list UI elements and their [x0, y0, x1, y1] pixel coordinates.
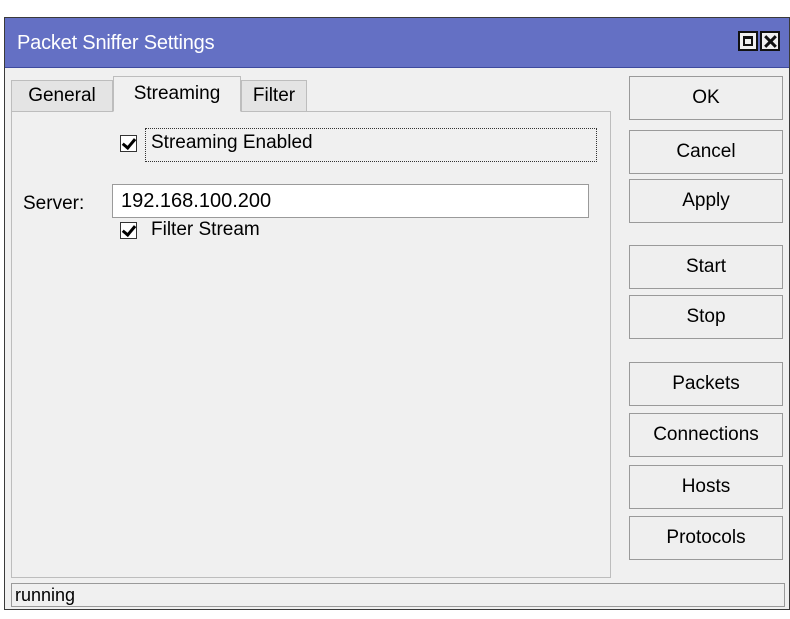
tab-general[interactable]: General	[11, 80, 113, 112]
tab-streaming[interactable]: Streaming	[113, 76, 241, 112]
window-title: Packet Sniffer Settings	[17, 32, 215, 54]
connections-button[interactable]: Connections	[629, 413, 783, 457]
streaming-enabled-label: Streaming Enabled	[151, 132, 313, 153]
cancel-button[interactable]: Cancel	[629, 130, 783, 174]
filter-stream-checkbox[interactable]	[120, 222, 137, 239]
close-icon[interactable]	[760, 31, 780, 51]
packets-button[interactable]: Packets	[629, 362, 783, 406]
server-label: Server:	[23, 193, 85, 214]
tab-filter[interactable]: Filter	[241, 80, 307, 112]
title-bar[interactable]: Packet Sniffer Settings	[5, 18, 789, 68]
packet-sniffer-settings-window: Packet Sniffer Settings General Streamin…	[4, 17, 790, 610]
filter-stream-label: Filter Stream	[151, 219, 260, 240]
protocols-button[interactable]: Protocols	[629, 516, 783, 560]
server-input[interactable]	[112, 184, 589, 218]
maximize-icon[interactable]	[738, 31, 758, 51]
status-bar: running	[11, 583, 785, 607]
apply-button[interactable]: Apply	[629, 179, 783, 223]
streaming-panel	[11, 111, 611, 578]
streaming-enabled-checkbox[interactable]	[120, 135, 137, 152]
start-button[interactable]: Start	[629, 245, 783, 289]
ok-button[interactable]: OK	[629, 76, 783, 120]
hosts-button[interactable]: Hosts	[629, 465, 783, 509]
stop-button[interactable]: Stop	[629, 295, 783, 339]
